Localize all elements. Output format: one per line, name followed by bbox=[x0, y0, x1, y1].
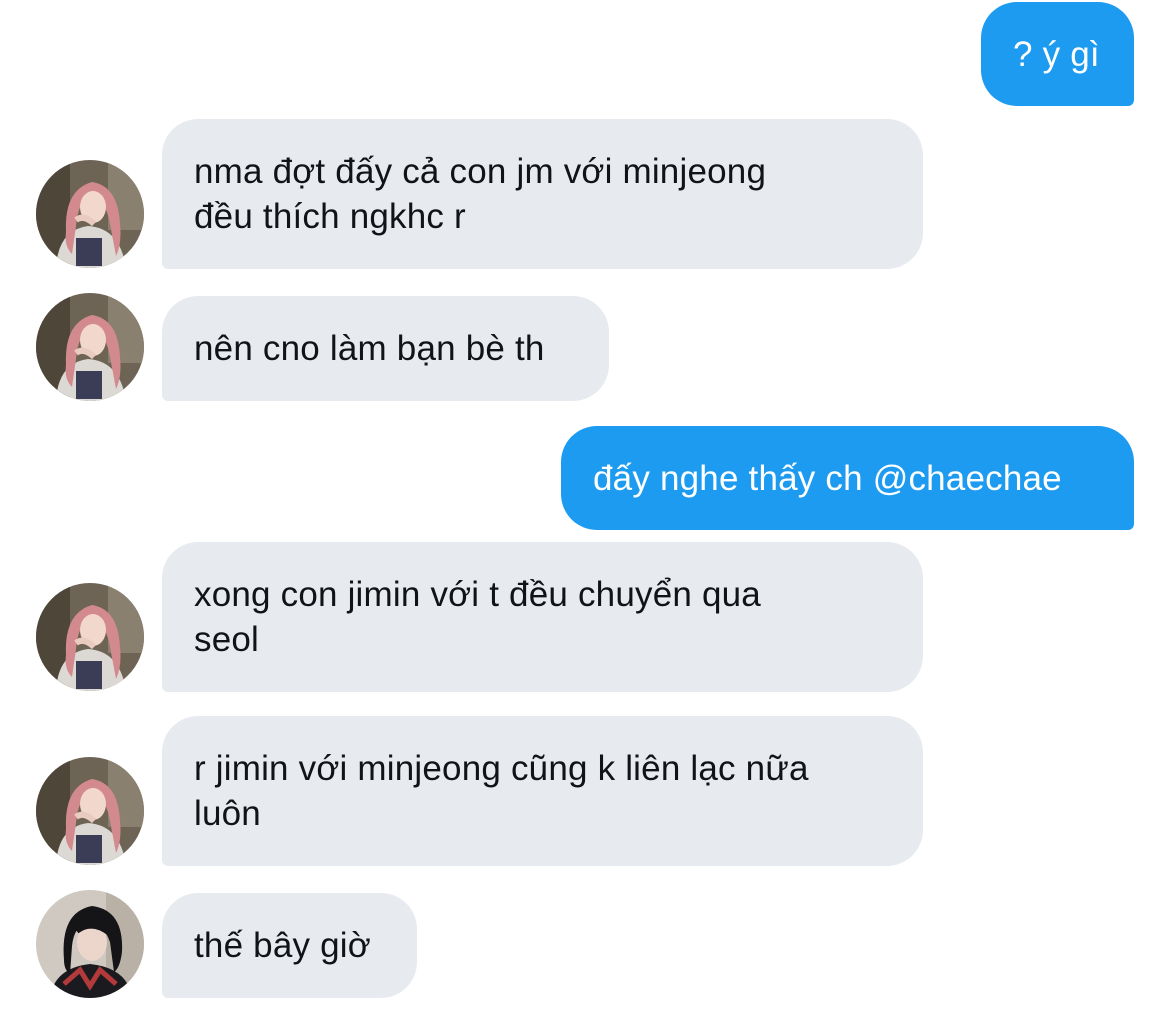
message-text-line: r jimin với minjeong cũng k liên lạc nữa bbox=[194, 749, 809, 788]
incoming-message-bubble[interactable]: r jimin với minjeong cũng k liên lạc nữa… bbox=[162, 716, 923, 866]
pink-hair-avatar[interactable] bbox=[36, 160, 144, 268]
message-text-line: đều thích ngkhc r bbox=[194, 197, 466, 236]
outgoing-message-bubble[interactable]: đấy nghe thấy ch @chaechae bbox=[561, 426, 1134, 530]
incoming-message-bubble[interactable]: nma đợt đấy cả con jm với minjeong đều t… bbox=[162, 119, 923, 269]
pink-hair-avatar[interactable] bbox=[36, 757, 144, 865]
message-text-line: luôn bbox=[194, 794, 261, 833]
pink-hair-avatar[interactable] bbox=[36, 293, 144, 401]
message-text: nên cno làm bạn bè th bbox=[194, 329, 545, 368]
incoming-message-bubble[interactable]: nên cno làm bạn bè th bbox=[162, 296, 609, 401]
pink-hair-avatar[interactable] bbox=[36, 583, 144, 691]
message-text-line: seol bbox=[194, 620, 260, 659]
incoming-message-bubble[interactable]: xong con jimin với t đều chuyển qua seol bbox=[162, 542, 923, 692]
message-text: đấy nghe thấy ch @chaechae bbox=[593, 458, 1062, 498]
message-text: ? ý gì bbox=[1013, 34, 1100, 74]
outgoing-message-bubble[interactable]: ? ý gì bbox=[981, 2, 1134, 106]
message-text-line: xong con jimin với t đều chuyển qua bbox=[194, 575, 761, 614]
dark-hair-avatar[interactable] bbox=[36, 890, 144, 998]
incoming-message-bubble[interactable]: thế bây giờ bbox=[162, 893, 417, 998]
message-text-line: nma đợt đấy cả con jm với minjeong bbox=[194, 152, 767, 191]
message-text: thế bây giờ bbox=[194, 926, 371, 965]
